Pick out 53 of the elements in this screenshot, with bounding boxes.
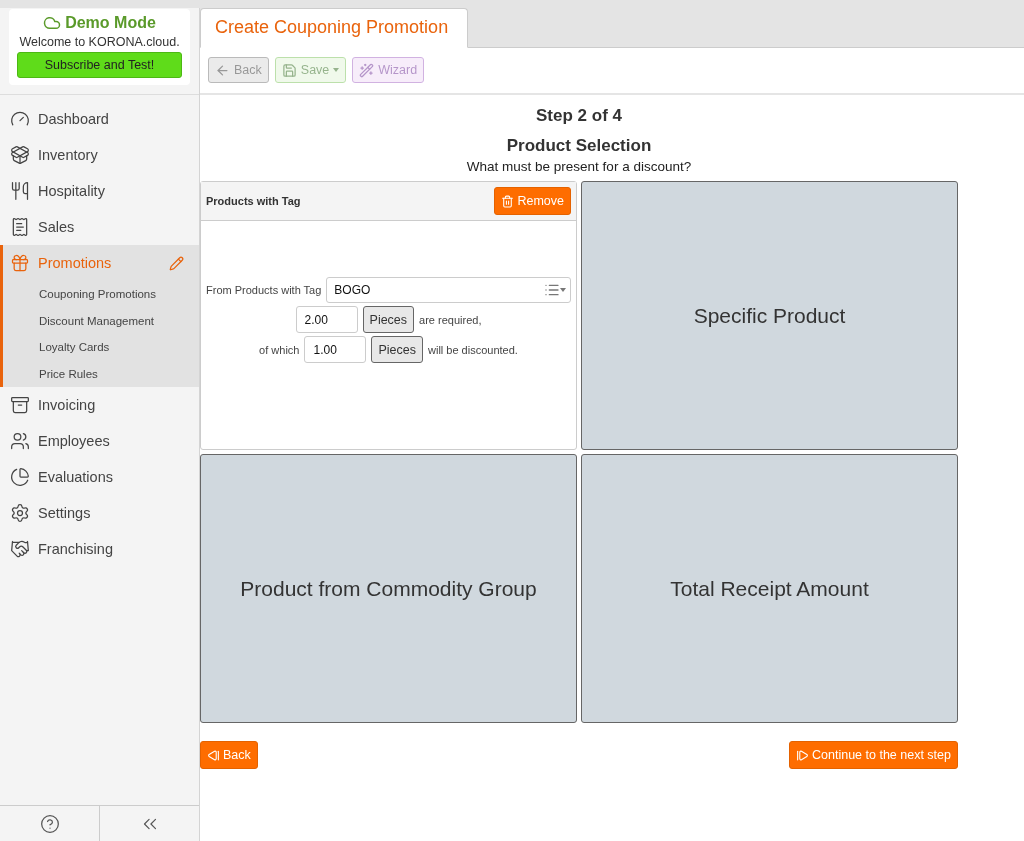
condition-option[interactable]: Specific Product xyxy=(581,181,958,450)
trash-icon xyxy=(501,194,515,208)
caret-icon xyxy=(560,288,566,292)
nav-item[interactable]: Settings xyxy=(3,495,199,531)
nav-icon xyxy=(10,503,30,523)
field-label: will be discounted. xyxy=(428,343,518,356)
wizard-icon xyxy=(359,62,375,78)
cloud-icon xyxy=(43,14,62,32)
nav-subitem[interactable]: Couponing Promotions xyxy=(3,281,199,308)
nav-icon xyxy=(10,181,30,201)
nav-item[interactable]: Invoicing xyxy=(3,387,199,423)
quantity-input[interactable]: 1.00 xyxy=(304,336,367,363)
back-icon xyxy=(215,62,230,78)
list-icon xyxy=(544,282,560,298)
step-forward-icon xyxy=(796,748,809,762)
nav-item[interactable]: Employees xyxy=(3,423,199,459)
subscribe-button[interactable]: Subscribe and Test! xyxy=(17,52,182,78)
nav-icon xyxy=(10,539,30,559)
nav-item[interactable]: Dashboard xyxy=(3,101,199,137)
nav-icon xyxy=(10,253,30,273)
unit-button[interactable]: Pieces xyxy=(371,336,423,363)
quantity-input[interactable]: 2.00 xyxy=(295,306,358,333)
nav-icon xyxy=(10,395,30,415)
field-label: From Products with Tag xyxy=(206,284,322,296)
demo-title: Demo Mode xyxy=(43,14,156,32)
nav-item[interactable]: Hospitality xyxy=(3,173,199,209)
section-title: Product Selection xyxy=(506,136,652,156)
step-indicator: Step 2 of 4 xyxy=(536,106,622,127)
pencil-icon[interactable] xyxy=(169,255,184,271)
section-subtitle: What must be present for a discount? xyxy=(466,159,692,174)
panel-title: Products with Tag xyxy=(206,195,301,207)
condition-option[interactable]: Total Receipt Amount xyxy=(581,454,958,723)
caret-icon xyxy=(333,68,340,72)
nav-item[interactable]: Sales xyxy=(3,209,199,245)
nav-item[interactable]: Evaluations xyxy=(3,459,199,495)
nav-icon xyxy=(10,145,30,165)
nav-subitem[interactable]: Loyalty Cards xyxy=(3,334,199,361)
step-back-icon xyxy=(207,748,220,762)
nav-item[interactable]: Franchising xyxy=(3,531,199,567)
save-icon xyxy=(281,62,297,78)
field-label: are required, xyxy=(419,313,482,326)
nav-subitem[interactable]: Discount Management xyxy=(3,307,199,334)
welcome-text: Welcome to KORONA.cloud. xyxy=(19,35,180,49)
nav-icon xyxy=(10,431,30,451)
help-icon[interactable] xyxy=(39,813,60,834)
unit-button[interactable]: Pieces xyxy=(362,306,415,333)
condition-option[interactable]: Product from Commodity Group xyxy=(200,454,577,723)
tag-select[interactable]: BOGO xyxy=(326,277,571,303)
nav-item[interactable]: Inventory xyxy=(3,137,199,173)
nav-icon xyxy=(10,467,30,487)
nav-icon xyxy=(10,217,30,237)
nav-subitem[interactable]: Price Rules xyxy=(3,360,199,387)
field-label: of which xyxy=(259,343,300,356)
